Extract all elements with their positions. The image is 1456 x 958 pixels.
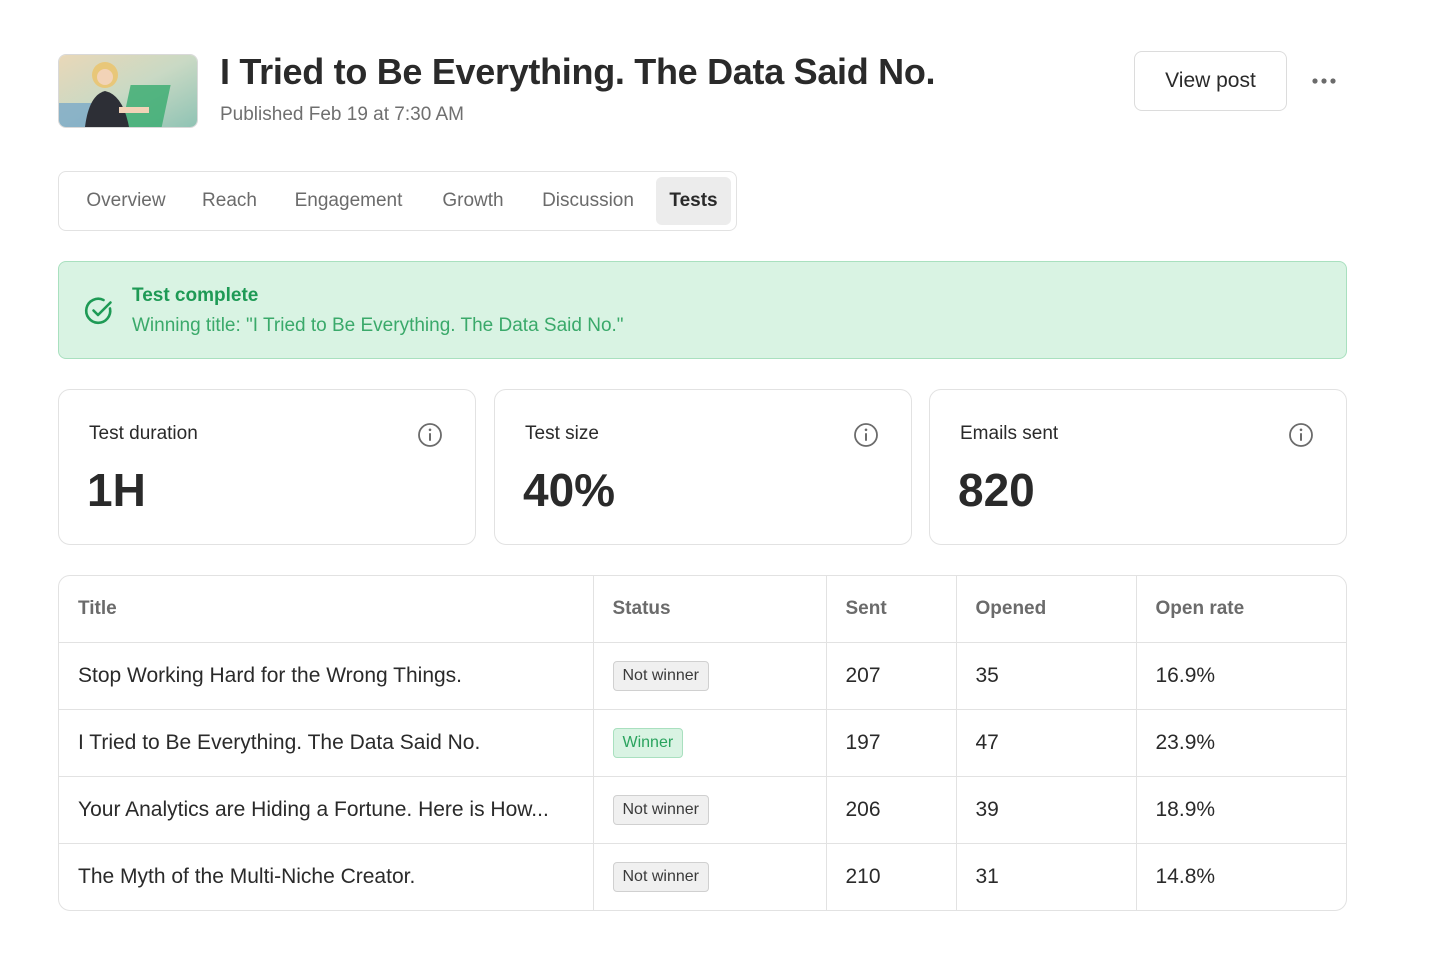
stat-label: Test size	[525, 423, 599, 444]
table-row: The Myth of the Multi-Niche Creator. Not…	[59, 843, 1346, 910]
published-date: Published Feb 19 at 7:30 AM	[220, 104, 464, 125]
cell-sent: 206	[826, 776, 957, 844]
banner-title: Test complete	[132, 285, 259, 306]
cell-status: Not winner	[593, 776, 827, 844]
cell-open-rate: 23.9%	[1136, 709, 1346, 777]
stat-card-emails-sent: Emails sent 820	[929, 389, 1347, 545]
stat-label: Emails sent	[960, 423, 1059, 444]
column-header-sent: Sent	[826, 576, 957, 643]
post-title: I Tried to Be Everything. The Data Said …	[220, 51, 936, 92]
cell-title: I Tried to Be Everything. The Data Said …	[59, 709, 594, 777]
status-badge: Winner	[612, 728, 684, 758]
cell-status: Not winner	[593, 642, 827, 710]
tab-engagement[interactable]: Engagement	[271, 177, 426, 225]
table-row: Your Analytics are Hiding a Fortune. Her…	[59, 776, 1346, 844]
stat-card-test-size: Test size 40%	[494, 389, 912, 545]
cell-open-rate: 16.9%	[1136, 642, 1346, 710]
status-badge: Not winner	[612, 661, 709, 691]
tab-overview[interactable]: Overview	[64, 177, 188, 225]
info-icon[interactable]	[1288, 422, 1314, 448]
cell-open-rate: 14.8%	[1155, 865, 1216, 888]
cell-opened: 47	[956, 709, 1137, 777]
more-horizontal-icon	[1312, 78, 1336, 84]
tab-discussion[interactable]: Discussion	[520, 177, 656, 225]
info-icon[interactable]	[853, 422, 879, 448]
more-options-button[interactable]	[1304, 64, 1344, 98]
tab-growth[interactable]: Growth	[426, 177, 520, 225]
tab-reach[interactable]: Reach	[188, 177, 271, 225]
cell-title: Stop Working Hard for the Wrong Things.	[59, 642, 594, 710]
cell-open-rate: 18.9%	[1136, 776, 1346, 844]
info-icon[interactable]	[417, 422, 443, 448]
cell-sent: 207	[826, 642, 957, 710]
stat-value: 40%	[523, 464, 616, 516]
status-badge: Not winner	[612, 862, 709, 892]
cell-opened: 31	[956, 843, 1137, 910]
table-row: I Tried to Be Everything. The Data Said …	[59, 709, 1346, 777]
cell-status: Winner	[593, 709, 827, 777]
table-header-row: Title Status Sent Opened Open rate	[59, 576, 1346, 643]
cell-opened: 39	[956, 776, 1137, 844]
view-post-button[interactable]: View post	[1134, 51, 1287, 111]
test-complete-banner: Test complete Winning title: "I Tried to…	[58, 261, 1347, 359]
column-header-opened: Opened	[956, 576, 1137, 643]
status-badge: Not winner	[612, 795, 709, 825]
stat-label: Test duration	[89, 423, 198, 444]
banner-subtitle: Winning title: "I Tried to Be Everything…	[132, 315, 624, 336]
cell-status: Not winner	[593, 843, 827, 910]
check-circle-icon	[84, 297, 112, 325]
stat-value: 1H	[87, 464, 146, 516]
tab-tests[interactable]: Tests	[656, 177, 731, 225]
cell-sent: 210	[826, 843, 957, 910]
stat-value: 820	[958, 464, 1035, 516]
title-test-table: Title Status Sent Opened Open rate Stop …	[58, 575, 1347, 911]
analytics-tabs: Overview Reach Engagement Growth Discuss…	[58, 171, 737, 231]
cell-opened: 35	[956, 642, 1137, 710]
column-header-status: Status	[593, 576, 827, 643]
cell-title: The Myth of the Multi-Niche Creator.	[59, 843, 594, 910]
stat-card-test-duration: Test duration 1H	[58, 389, 476, 545]
cell-sent: 197	[826, 709, 957, 777]
cell-title: Your Analytics are Hiding a Fortune. Her…	[59, 776, 594, 844]
post-thumbnail	[58, 54, 198, 128]
column-header-open-rate: Open rate	[1136, 576, 1346, 643]
table-row: Stop Working Hard for the Wrong Things. …	[59, 642, 1346, 710]
column-header-title: Title	[59, 576, 594, 643]
